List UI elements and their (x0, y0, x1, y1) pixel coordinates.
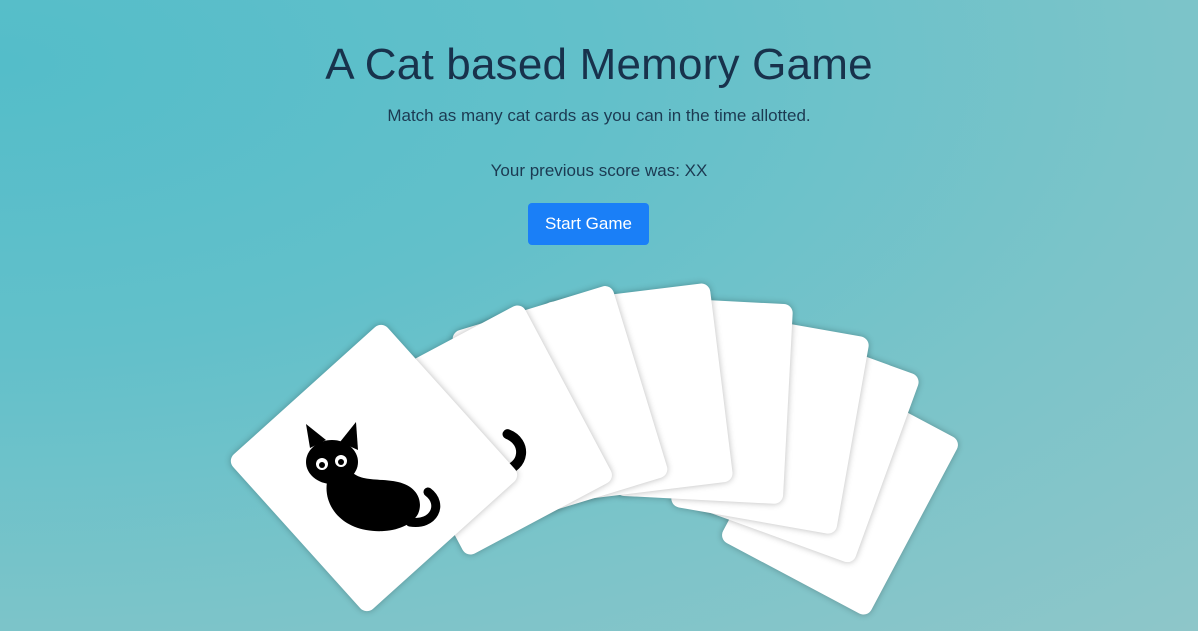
previous-score-text: Your previous score was: XX (490, 161, 708, 180)
start-game-button[interactable]: Start Game (528, 203, 649, 245)
instructions-text: Match as many cat cards as you can in th… (387, 106, 811, 125)
page-title: A Cat based Memory Game (325, 40, 873, 89)
